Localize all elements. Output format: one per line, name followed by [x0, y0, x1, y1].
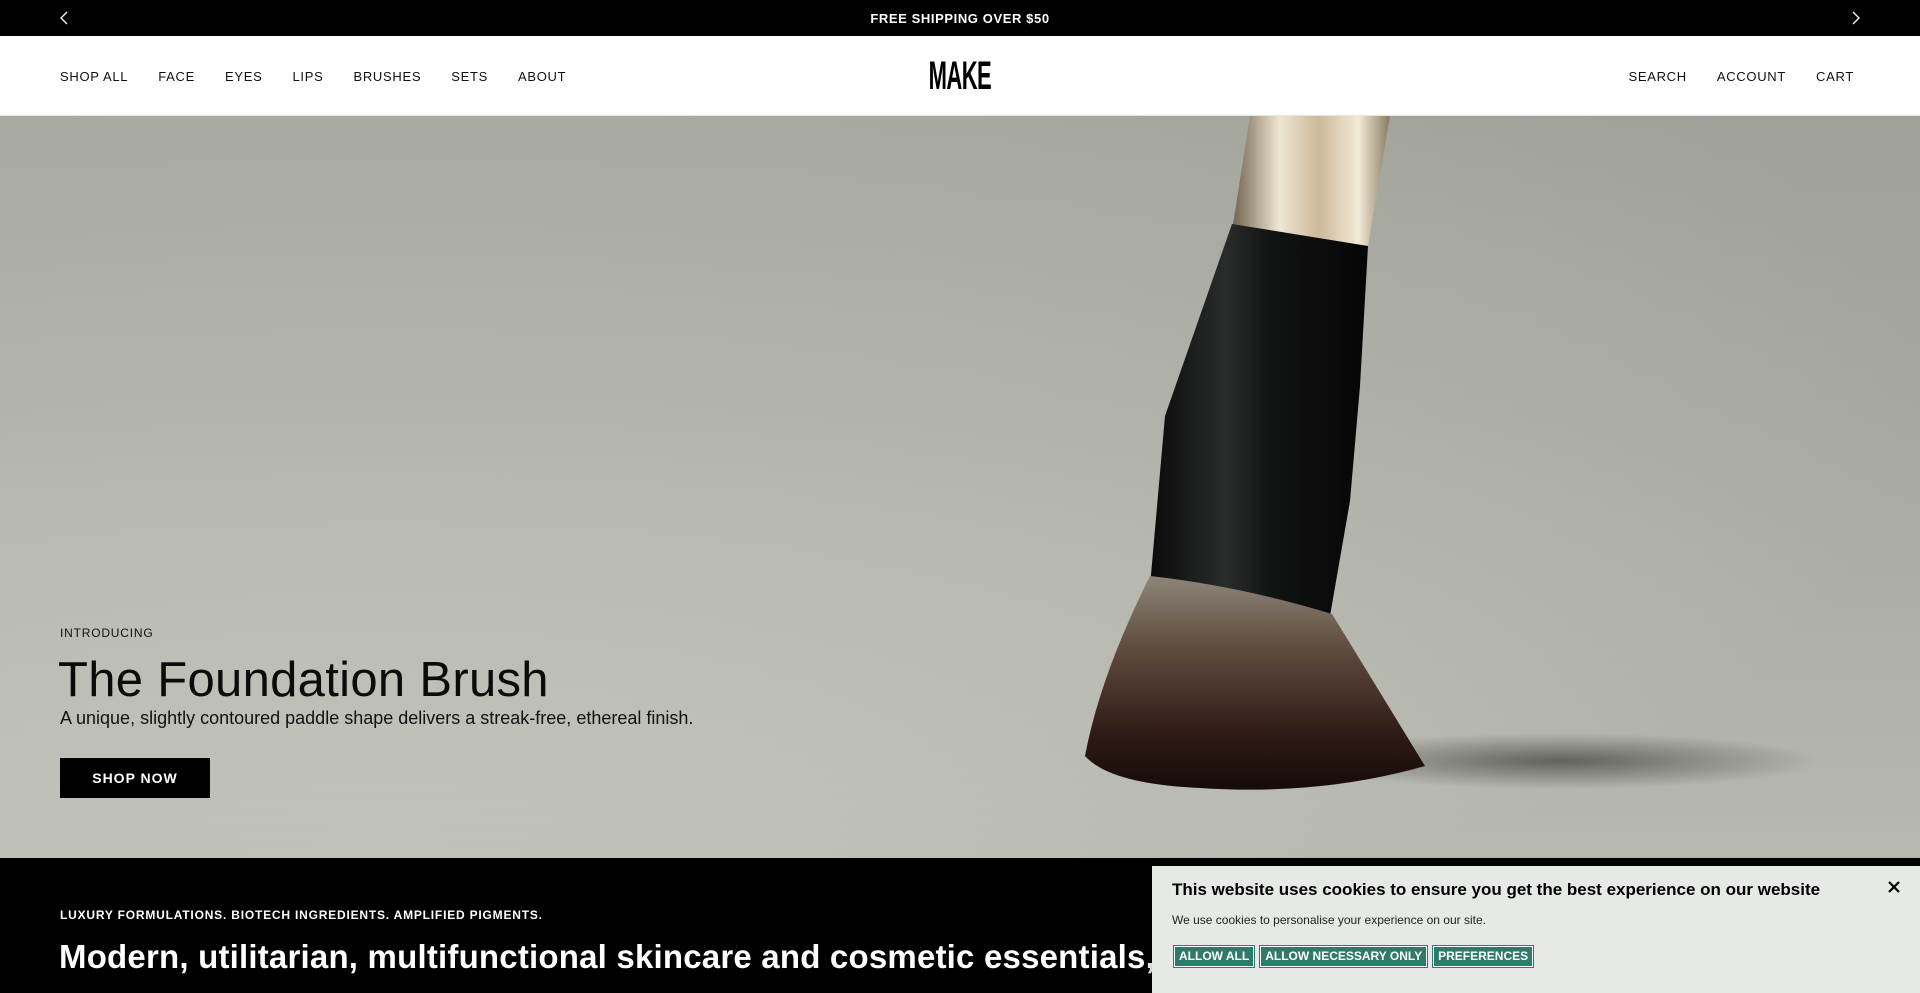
cookie-title: This website uses cookies to ensure you … — [1172, 880, 1821, 899]
cookie-button-group: ALLOW ALL ALLOW NECESSARY ONLY PREFERENC… — [1172, 945, 1539, 968]
nav-lips[interactable]: LIPS — [292, 69, 323, 84]
announcement-bar: FREE SHIPPING OVER $50 — [0, 0, 1920, 36]
chevron-left-icon[interactable] — [54, 8, 74, 28]
nav-search[interactable]: SEARCH — [1628, 69, 1686, 84]
cookie-text: We use cookies to personalise your exper… — [1172, 913, 1486, 927]
utility-nav: SEARCH ACCOUNT CART — [1598, 36, 1854, 116]
chevron-right-icon[interactable] — [1846, 8, 1866, 28]
hero-subtitle: A unique, slightly contoured paddle shap… — [60, 708, 694, 728]
nav-face[interactable]: FACE — [158, 69, 195, 84]
logo-text: MAKE — [928, 54, 992, 98]
allow-all-button[interactable]: ALLOW ALL — [1172, 945, 1256, 968]
band-heading: Modern, utilitarian, multifunctional ski… — [59, 938, 1311, 975]
site-header: SHOP ALL FACE EYES LIPS BRUSHES SETS ABO… — [0, 36, 1920, 116]
hero-title: The Foundation Brush — [58, 653, 549, 707]
hero-eyebrow: INTRODUCING — [60, 626, 154, 640]
close-icon[interactable] — [1884, 877, 1904, 897]
shop-now-button[interactable]: SHOP NOW — [60, 758, 210, 798]
preferences-button[interactable]: PREFERENCES — [1432, 945, 1535, 968]
nav-account[interactable]: ACCOUNT — [1717, 69, 1786, 84]
hero-banner: INTRODUCING The Foundation Brush A uniqu… — [0, 116, 1920, 858]
hero-brush-image — [0, 116, 1920, 858]
announcement-text: FREE SHIPPING OVER $50 — [870, 10, 1050, 26]
band-eyebrow: LUXURY FORMULATIONS. BIOTECH INGREDIENTS… — [60, 908, 543, 922]
nav-sets[interactable]: SETS — [451, 69, 488, 84]
nav-about[interactable]: ABOUT — [518, 69, 566, 84]
nav-eyes[interactable]: EYES — [225, 69, 262, 84]
primary-nav: SHOP ALL FACE EYES LIPS BRUSHES SETS ABO… — [60, 36, 596, 116]
allow-necessary-button[interactable]: ALLOW NECESSARY ONLY — [1259, 945, 1429, 968]
cookie-banner: This website uses cookies to ensure you … — [1152, 866, 1920, 993]
logo[interactable]: MAKE — [929, 50, 992, 102]
nav-brushes[interactable]: BRUSHES — [353, 69, 421, 84]
nav-shop-all[interactable]: SHOP ALL — [60, 69, 128, 84]
nav-cart[interactable]: CART — [1816, 69, 1854, 84]
